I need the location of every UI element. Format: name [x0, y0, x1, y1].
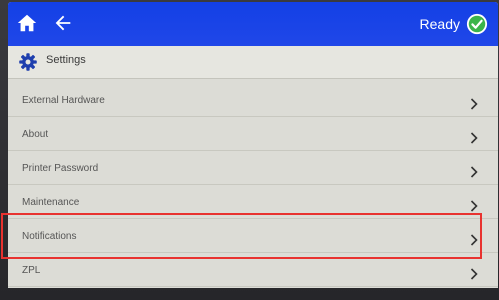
chevron-right-icon — [470, 234, 478, 246]
menu-item-about[interactable]: About — [8, 116, 498, 151]
menu-item-maintenance[interactable]: Maintenance — [8, 184, 498, 219]
menu-item-external-hardware[interactable]: External Hardware — [8, 82, 498, 117]
gear-icon — [19, 53, 37, 71]
back-arrow-icon[interactable] — [52, 12, 74, 34]
status-label: Ready — [419, 16, 460, 32]
menu-item-label: Printer Password — [22, 163, 99, 174]
printer-screen: Ready Settings External Hardware About P… — [8, 2, 498, 288]
chevron-right-icon — [470, 98, 478, 110]
check-circle-icon — [466, 13, 488, 35]
home-icon[interactable] — [16, 12, 38, 34]
top-bar: Ready — [8, 2, 498, 46]
menu-item-label: About — [22, 129, 49, 140]
chevron-right-icon — [470, 132, 478, 144]
menu-item-label: Notifications — [22, 231, 77, 242]
menu-item-label: ZPL — [22, 265, 41, 276]
settings-header: Settings — [8, 46, 498, 79]
chevron-right-icon — [470, 200, 478, 212]
chevron-right-icon — [470, 166, 478, 178]
menu-item-label: Maintenance — [22, 197, 80, 208]
menu-item-printer-password[interactable]: Printer Password — [8, 150, 498, 185]
menu-item-notifications[interactable]: Notifications — [8, 218, 498, 253]
menu-item-zpl[interactable]: ZPL — [8, 252, 498, 287]
page-title: Settings — [46, 54, 86, 66]
chevron-right-icon — [470, 268, 478, 280]
menu-item-label: External Hardware — [22, 95, 105, 106]
